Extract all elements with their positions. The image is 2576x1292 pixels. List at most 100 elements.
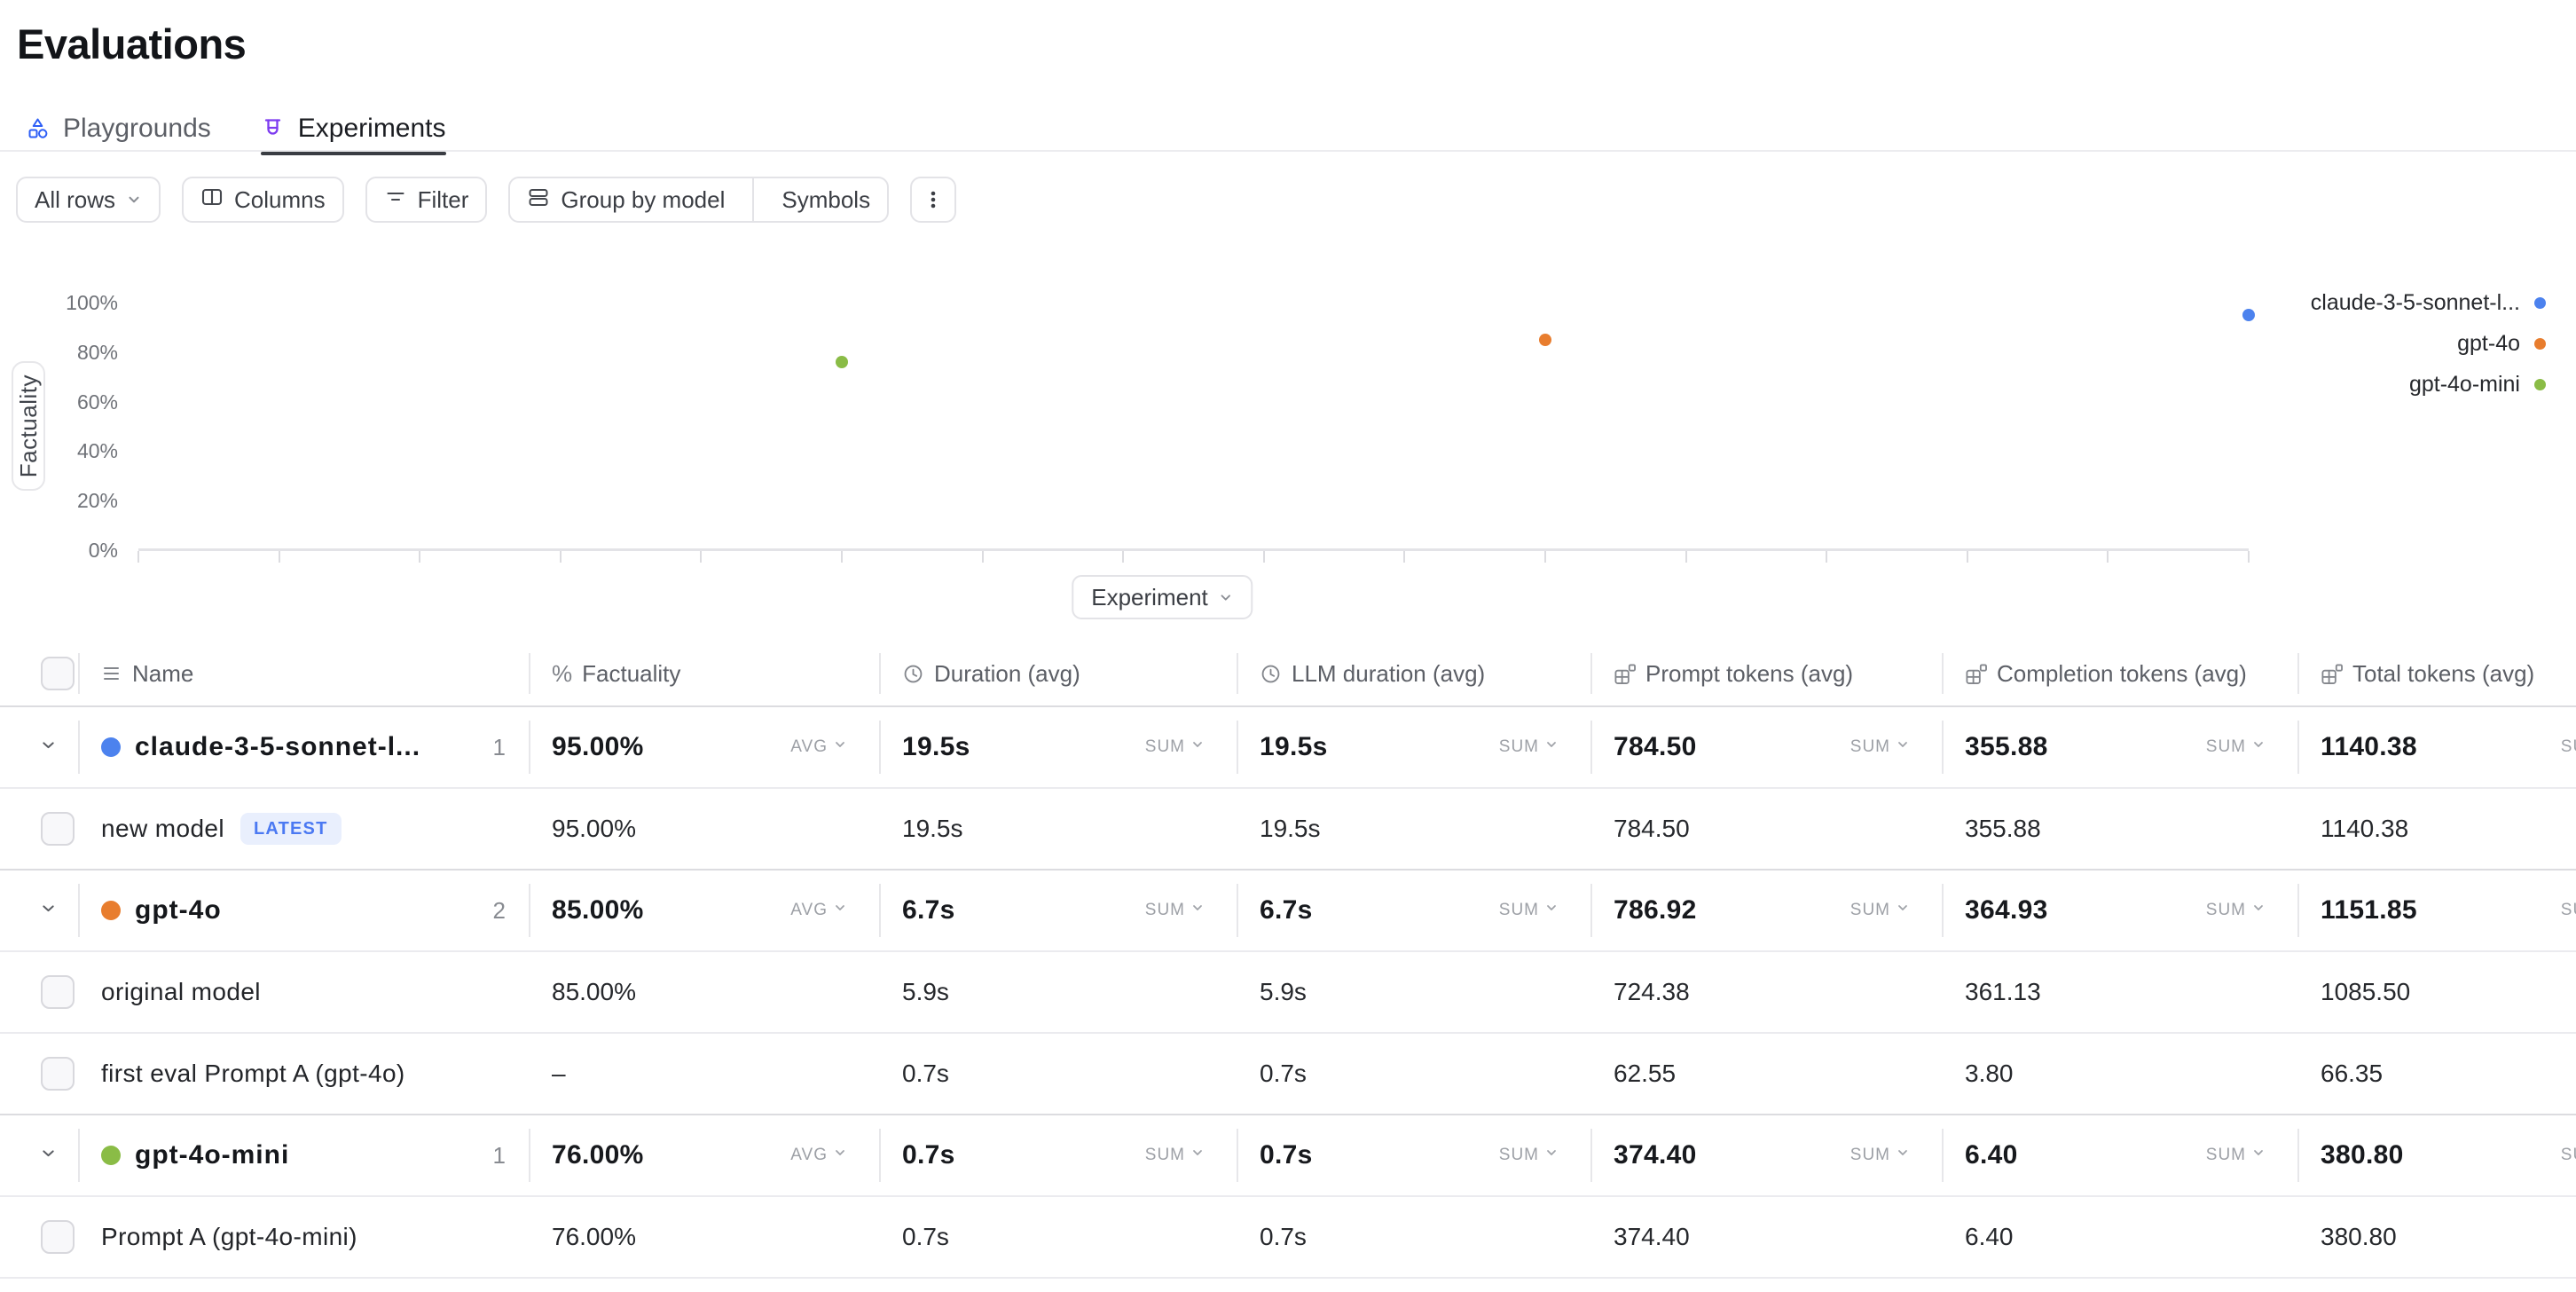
- column-header-total-tokens-avg-[interactable]: Total tokens (avg): [2297, 642, 2576, 705]
- more-options-button[interactable]: [910, 177, 956, 223]
- aggregation-dropdown[interactable]: SUM: [2561, 737, 2576, 757]
- value-cell-factuality: –: [529, 1034, 879, 1114]
- aggregation-dropdown[interactable]: SUM: [1145, 901, 1205, 920]
- chevron-down-icon: [1190, 901, 1205, 920]
- data-point-gpt-4o-mini[interactable]: [836, 356, 848, 368]
- aggregation-dropdown[interactable]: SUM: [1850, 737, 1910, 757]
- aggregation-dropdown[interactable]: SUM: [1145, 737, 1205, 757]
- tab-experiments[interactable]: Experiments: [261, 105, 446, 152]
- value-cell-duration-avg-: 0.7s: [879, 1197, 1237, 1277]
- cell-value: 19.5s: [1260, 815, 1321, 843]
- aggregation-dropdown[interactable]: AVG: [790, 1146, 847, 1165]
- clock-icon: [1260, 663, 1282, 685]
- cell-value: 1140.38: [2321, 732, 2417, 762]
- column-header-llm-duration-avg-[interactable]: LLM duration (avg): [1237, 642, 1590, 705]
- row-checkbox[interactable]: [41, 812, 75, 846]
- row-checkbox[interactable]: [41, 1220, 75, 1254]
- column-header-prompt-tokens-avg-[interactable]: Prompt tokens (avg): [1590, 642, 1942, 705]
- column-header-label: Completion tokens (avg): [1997, 660, 2247, 688]
- column-header-label: Factuality: [582, 660, 680, 688]
- aggregation-dropdown[interactable]: SUM: [2561, 901, 2576, 920]
- aggregation-label: SUM: [2561, 1146, 2576, 1165]
- cell-value: 3.80: [1965, 1060, 2014, 1088]
- value-cell-prompt-tokens-avg-: 374.40 SUM: [1590, 1115, 1942, 1195]
- row-checkbox[interactable]: [41, 975, 75, 1009]
- all-rows-label: All rows: [35, 186, 115, 214]
- aggregation-dropdown[interactable]: SUM: [1499, 1146, 1559, 1165]
- tab-playgrounds[interactable]: Playgrounds: [26, 105, 211, 152]
- aggregation-dropdown[interactable]: AVG: [790, 737, 847, 757]
- aggregation-label: AVG: [790, 1146, 828, 1165]
- legend-item[interactable]: claude-3-5-sonnet-l...: [2311, 290, 2546, 316]
- page-title: Evaluations: [17, 20, 246, 68]
- chevron-down-icon[interactable]: [37, 897, 59, 924]
- name-cell: gpt-4o2: [78, 871, 529, 950]
- symbols-button[interactable]: Symbols: [765, 178, 887, 221]
- table-row[interactable]: Prompt A (gpt-4o-mini)76.00%0.7s0.7s374.…: [0, 1195, 2576, 1277]
- column-header-factuality[interactable]: %Factuality: [529, 642, 879, 705]
- aggregation-dropdown[interactable]: SUM: [2561, 1146, 2576, 1165]
- table-row[interactable]: new modelLATEST95.00%19.5s19.5s784.50355…: [0, 787, 2576, 869]
- cell-value: 355.88: [1965, 732, 2048, 762]
- cell-value: 0.7s: [1260, 1060, 1307, 1088]
- chevron-down-icon: [2251, 901, 2266, 920]
- tokens-icon: [1965, 663, 1987, 685]
- aggregation-dropdown[interactable]: AVG: [790, 901, 847, 920]
- y-axis-metric-selector[interactable]: Factuality: [12, 361, 45, 491]
- x-axis-tick: [1826, 551, 1827, 563]
- model-color-dot: [101, 901, 121, 920]
- value-cell-completion-tokens-avg-: 3.80: [1942, 1034, 2297, 1114]
- table-group-row[interactable]: gpt-4o285.00%AVG6.7sSUM6.7sSUM786.92SUM3…: [0, 869, 2576, 950]
- cell-value: 19.5s: [1260, 732, 1328, 762]
- legend-label: gpt-4o-mini: [2409, 372, 2520, 398]
- aggregation-dropdown[interactable]: SUM: [2206, 901, 2266, 920]
- columns-button[interactable]: Columns: [182, 177, 344, 223]
- column-header-name[interactable]: Name: [78, 642, 529, 705]
- column-header-completion-tokens-avg-[interactable]: Completion tokens (avg): [1942, 642, 2297, 705]
- legend-item[interactable]: gpt-4o: [2457, 331, 2546, 357]
- group-by-model-button[interactable]: Group by model: [510, 178, 742, 221]
- chevron-down-icon: [1896, 737, 1910, 757]
- chevron-down-icon[interactable]: [37, 734, 59, 760]
- columns-icon: [200, 185, 224, 215]
- aggregation-dropdown[interactable]: SUM: [1850, 1146, 1910, 1165]
- aggregation-dropdown[interactable]: SUM: [1499, 737, 1559, 757]
- x-axis-dimension-selector[interactable]: Experiment: [1072, 575, 1253, 619]
- data-point-claude-3-5-sonnet-l[interactable]: [2242, 309, 2255, 321]
- table-row[interactable]: first eval Prompt A (gpt-4o)–0.7s0.7s62.…: [0, 1032, 2576, 1114]
- table-group-row[interactable]: claude-3-5-sonnet-l...195.00%AVG19.5sSUM…: [0, 705, 2576, 787]
- aggregation-dropdown[interactable]: SUM: [1499, 901, 1559, 920]
- value-cell-llm-duration-avg-: 0.7s: [1237, 1197, 1590, 1277]
- chevron-down-icon[interactable]: [37, 1142, 59, 1169]
- aggregation-dropdown[interactable]: SUM: [2206, 1146, 2266, 1165]
- table-group-row[interactable]: gpt-4o-mini176.00%AVG0.7sSUM0.7sSUM374.4…: [0, 1114, 2576, 1195]
- cell-value: 5.9s: [1260, 978, 1307, 1006]
- evaluations-page: Evaluations Playgrounds Experiments: [0, 0, 2576, 1292]
- experiment-count: 2: [483, 897, 506, 925]
- x-axis-tick: [982, 551, 984, 563]
- aggregation-dropdown[interactable]: SUM: [1850, 901, 1910, 920]
- value-cell-prompt-tokens-avg-: 724.38: [1590, 952, 1942, 1032]
- row-checkbox[interactable]: [41, 1057, 75, 1091]
- filter-button[interactable]: Filter: [365, 177, 488, 223]
- select-all-checkbox[interactable]: [41, 657, 75, 690]
- aggregation-dropdown[interactable]: SUM: [1145, 1146, 1205, 1165]
- beaker-icon: [261, 116, 285, 140]
- column-header-duration-avg-[interactable]: Duration (avg): [879, 642, 1237, 705]
- value-cell-completion-tokens-avg-: 355.88 SUM: [1942, 707, 2297, 787]
- column-header-label: LLM duration (avg): [1292, 660, 1485, 688]
- tokens-icon: [1614, 663, 1636, 685]
- aggregation-label: SUM: [1499, 1146, 1539, 1165]
- data-point-gpt-4o[interactable]: [1539, 334, 1551, 346]
- aggregation-dropdown[interactable]: SUM: [2206, 737, 2266, 757]
- cell-value: 0.7s: [902, 1140, 955, 1170]
- row-select-cell: [0, 707, 78, 787]
- cell-value: 380.80: [2321, 1223, 2397, 1251]
- chevron-down-icon: [833, 901, 847, 920]
- all-rows-dropdown[interactable]: All rows: [16, 177, 161, 223]
- legend-item[interactable]: gpt-4o-mini: [2409, 372, 2546, 398]
- cell-value: 374.40: [1614, 1140, 1697, 1170]
- table-row[interactable]: original model85.00%5.9s5.9s724.38361.13…: [0, 950, 2576, 1032]
- x-axis-tick: [2107, 551, 2109, 563]
- cell-value: 5.9s: [902, 978, 949, 1006]
